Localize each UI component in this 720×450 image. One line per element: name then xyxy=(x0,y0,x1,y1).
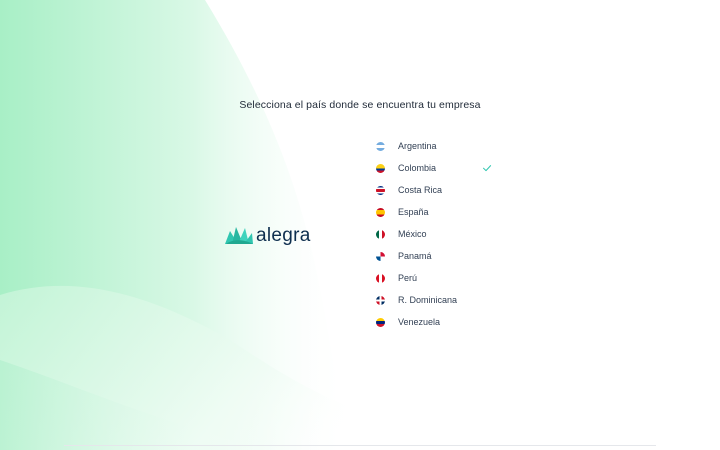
venezuela-flag-icon xyxy=(376,317,385,327)
spain-flag-icon xyxy=(376,207,385,217)
country-label: Perú xyxy=(398,273,418,283)
country-option-venezuela[interactable]: Venezuela xyxy=(372,311,494,333)
country-option-dominican-republic[interactable]: R. Dominicana xyxy=(372,289,494,311)
country-label: Venezuela xyxy=(398,317,441,327)
alegra-logo: alegra xyxy=(224,222,314,248)
background-gradient xyxy=(0,0,420,450)
colombia-flag-icon xyxy=(376,163,385,173)
mexico-flag-icon xyxy=(376,229,385,239)
panama-flag-icon xyxy=(376,251,385,261)
alegra-fan-icon xyxy=(225,227,253,244)
country-option-colombia[interactable]: Colombia xyxy=(372,157,494,179)
country-option-espana[interactable]: España xyxy=(372,201,494,223)
argentina-flag-icon xyxy=(376,141,385,151)
country-label: España xyxy=(398,207,429,217)
country-label: México xyxy=(398,229,427,239)
peru-flag-icon xyxy=(376,273,385,283)
country-option-panama[interactable]: Panamá xyxy=(372,245,494,267)
country-option-mexico[interactable]: México xyxy=(372,223,494,245)
country-label: Argentina xyxy=(398,141,437,151)
page-title: Selecciona el país donde se encuentra tu… xyxy=(239,99,481,111)
costa-rica-flag-icon xyxy=(376,185,385,195)
country-label: Colombia xyxy=(398,163,437,173)
country-list: Argentina Colombia Costa Rica España Méx… xyxy=(372,135,494,333)
country-option-peru[interactable]: Perú xyxy=(372,267,494,289)
country-label: Costa Rica xyxy=(398,185,443,195)
country-label: Panamá xyxy=(398,251,432,261)
check-icon xyxy=(483,165,492,172)
bottom-divider xyxy=(64,445,656,446)
country-option-costa-rica[interactable]: Costa Rica xyxy=(372,179,494,201)
logo-text: alegra xyxy=(256,224,311,246)
country-option-argentina[interactable]: Argentina xyxy=(372,135,494,157)
dominican-republic-flag-icon xyxy=(376,295,385,305)
country-label: R. Dominicana xyxy=(398,295,458,305)
